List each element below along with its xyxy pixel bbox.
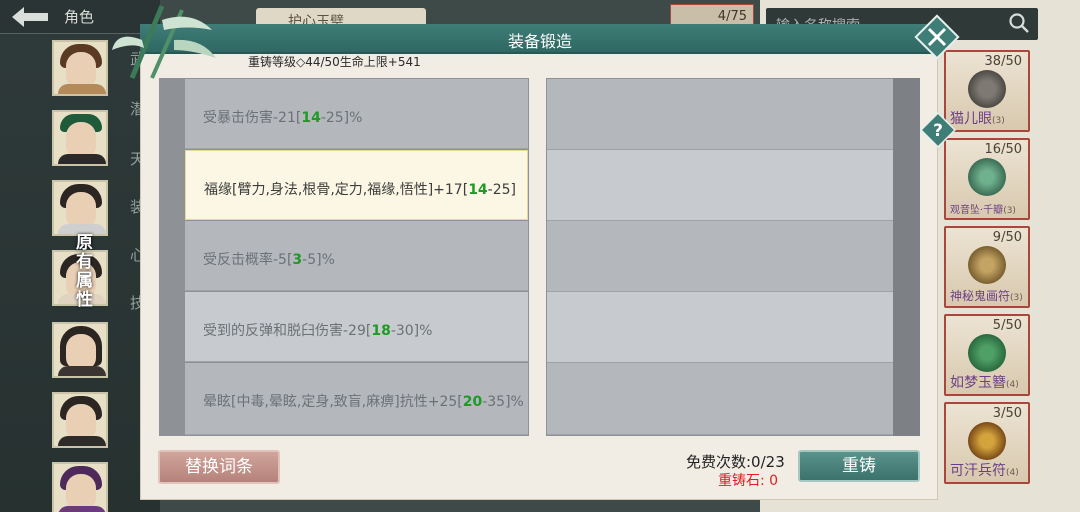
dialog-header: 装备锻造	[140, 24, 940, 54]
inventory-item-guanyin-pendant[interactable]: 16/50 观音坠·千瓣(3)	[944, 138, 1030, 220]
reforge-stone-count: 重铸石: 0	[718, 473, 779, 489]
reforge-button[interactable]: 重铸	[798, 450, 920, 482]
back-arrow-icon[interactable]	[8, 4, 52, 30]
role-tab-label[interactable]: 角色	[64, 6, 94, 27]
close-button[interactable]	[914, 14, 960, 60]
cat-eye-gem-icon	[968, 70, 1006, 108]
character-avatar-1[interactable]	[52, 40, 108, 96]
bamboo-decoration-icon	[112, 0, 222, 80]
item-count: 3/50	[992, 406, 1022, 421]
item-count: 9/50	[992, 230, 1022, 245]
reforge-level-info: 重铸等级◇44/50生命上限+541	[248, 55, 421, 69]
new-attribute-slot[interactable]	[547, 150, 893, 221]
item-name: 如梦玉簪(4)	[950, 375, 1019, 391]
new-attribute-slot[interactable]	[547, 292, 893, 363]
item-name: 猫儿眼(3)	[950, 111, 1005, 127]
talisman-icon	[968, 246, 1006, 284]
attribute-row[interactable]: 受暴击伤害-21[14-25]%	[185, 79, 528, 149]
svg-text:?: ?	[933, 121, 943, 141]
item-count: 38/50	[984, 54, 1022, 69]
attribute-row[interactable]: 受到的反弹和脱臼伤害-29[18-30]%	[185, 292, 528, 362]
character-avatar-6[interactable]	[52, 392, 108, 448]
character-avatar-5[interactable]	[52, 322, 108, 378]
attribute-row[interactable]: 晕眩[中毒,晕眩,定身,致盲,麻痹]抗性+25[20-35]%	[185, 363, 528, 435]
panel-right-edge	[893, 78, 920, 436]
inventory-item-cat-eye[interactable]: 38/50 猫儿眼(3)	[944, 50, 1030, 132]
attribute-row[interactable]: 受反击概率-5[3-5]%	[185, 221, 528, 291]
free-reforge-count: 免费次数:0/23	[686, 453, 785, 471]
character-avatar-3[interactable]	[52, 180, 108, 236]
new-attribute-slot[interactable]	[547, 221, 893, 292]
jade-pendant-icon	[968, 158, 1006, 196]
item-count: 16/50	[984, 142, 1022, 157]
attribute-row-selected[interactable]: 福缘[臂力,身法,根骨,定力,福缘,悟性]+17[14-25]	[185, 150, 528, 220]
original-attributes-label: 原有属性	[76, 233, 93, 310]
character-avatar-2[interactable]	[52, 110, 108, 166]
help-button[interactable]: ?	[919, 111, 957, 149]
search-icon[interactable]	[1008, 12, 1030, 34]
hairpin-icon	[968, 334, 1006, 372]
inventory-item-khan-token[interactable]: 3/50 可汗兵符(4)	[944, 402, 1030, 484]
character-avatar-7[interactable]	[52, 462, 108, 512]
item-name: 可汗兵符(4)	[950, 463, 1019, 479]
item-name: 神秘鬼画符(3)	[950, 289, 1023, 303]
new-attribute-slot[interactable]	[547, 363, 893, 435]
item-count: 5/50	[992, 318, 1022, 333]
replace-attribute-button[interactable]: 替换词条	[158, 450, 280, 484]
new-attribute-slot[interactable]	[547, 79, 893, 150]
army-token-icon	[968, 422, 1006, 460]
inventory-item-mystic-talisman[interactable]: 9/50 神秘鬼画符(3)	[944, 226, 1030, 308]
dialog-title: 装备锻造	[507, 32, 572, 51]
inventory-item-dream-hairpin[interactable]: 5/50 如梦玉簪(4)	[944, 314, 1030, 396]
item-name: 观音坠·千瓣(3)	[950, 205, 1016, 216]
